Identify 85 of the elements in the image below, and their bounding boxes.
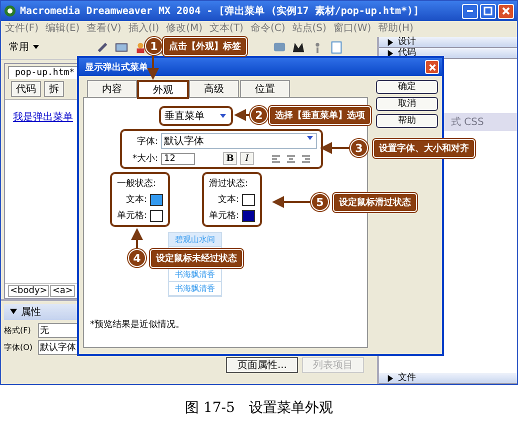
expand-triangle-icon [387,374,394,382]
toolbar-icon[interactable] [292,40,305,54]
callout-arrow [272,196,310,208]
view-button[interactable]: 代码 [11,81,41,97]
maximize-icon [483,6,493,16]
callout-label: 选择【垂直菜单】选项 [269,106,371,125]
color-swatch[interactable] [242,210,256,222]
group-title: 滑过状态: [209,178,248,190]
caret-icon [306,134,314,142]
group-title: 一般状态: [117,178,156,190]
callout-label: 设定鼠标滑过状态 [333,193,417,212]
panel-group-header[interactable]: 设计 [379,37,517,48]
step-number: 4 [128,249,146,267]
category-dropdown[interactable]: 常用 [9,40,40,54]
field-label: 格式(F) [4,325,32,336]
bold-button[interactable]: B [223,152,237,165]
tab[interactable]: 外观 [138,81,188,98]
tag-selector[interactable]: <body> [8,285,50,297]
menu-type-dropdown[interactable]: 垂直菜单 [158,106,232,126]
callout-label: 设置字体、大小和对齐 [373,139,475,158]
tab[interactable]: 高级 [189,80,239,97]
field-label: 单元格: [209,210,240,222]
callout-label: 设定鼠标未经过状态 [150,249,243,268]
color-swatch[interactable] [150,194,164,206]
color-swatch[interactable] [150,210,164,222]
dialog-title: 显示弹出式菜单 [85,61,148,74]
step-number: 1 [145,37,163,55]
callout-arrow [147,54,159,80]
dialog-button[interactable]: 取消 [376,97,438,111]
menu-item[interactable]: 文本(T) [210,21,244,35]
minimize-icon [467,10,473,12]
menu-item[interactable]: 命令(C) [250,21,286,35]
dialog-button[interactable]: 帮助 [376,114,438,128]
callout-label: 点击【外观】标签 [163,37,247,56]
page-link[interactable]: 我是弹出菜单 [13,112,73,123]
close-button[interactable] [498,4,514,18]
toolbar-icon[interactable] [96,40,109,54]
menu-item[interactable]: 站点(S) [292,21,326,35]
window-title: Macromedia Dreamweaver MX 2004 - [弹出菜单 (实例17 素材/pop-up.htm*)] [20,4,420,18]
view-button[interactable]: 拆 [44,81,64,97]
step-number: 5 [311,193,329,211]
field-label: *大小: [131,152,158,165]
maximize-button[interactable] [480,4,496,18]
menu-item[interactable]: 修改(M) [166,21,203,35]
align-right-icon[interactable] [300,152,312,164]
menu-item[interactable]: 文件(F) [5,21,39,35]
menu-item[interactable]: 查看(V) [86,21,122,35]
tab[interactable]: 位置 [240,80,290,97]
toolbar-icon[interactable] [115,40,128,54]
italic-button[interactable]: I [240,152,254,165]
field-label: 单元格: [117,210,148,222]
close-icon [428,62,436,72]
field-label: 文本: [126,194,148,206]
caret-icon [218,112,226,120]
toolbar-icon[interactable] [134,40,147,54]
color-swatch[interactable] [242,194,256,206]
callout-arrow [234,109,249,121]
collapse-triangle-icon [10,308,17,315]
align-left-icon[interactable] [270,152,282,164]
close-icon [501,6,511,16]
close-button[interactable] [425,60,439,74]
field-label: 字体: [136,136,158,148]
tag-selector[interactable]: <a> [50,285,75,297]
caret-icon [32,43,40,51]
step-number: 3 [350,139,368,157]
menu-item[interactable]: 编辑(E) [46,21,80,35]
step-number: 2 [250,106,268,124]
field-label: 字体(O) [4,342,34,353]
tab[interactable]: 内容 [87,80,137,97]
app-logo-icon [4,5,16,17]
minimize-button[interactable] [462,4,478,18]
menu-item[interactable]: 窗口(W) [333,21,372,35]
menu-item[interactable]: 帮助(H) [378,21,414,35]
panel-group-header[interactable]: 文件 [379,373,517,384]
font-dropdown[interactable]: 默认字体 [161,133,317,149]
select-field[interactable]: 默认字体 [38,340,78,355]
field-label: 文本: [218,194,240,206]
figure-caption: 图 17-5 设置菜单外观 [184,399,334,418]
note-text: *预览结果是近似情况。 [90,318,184,331]
panel-button[interactable]: 页面属性... [226,357,298,373]
align-center-icon[interactable] [285,152,297,164]
dialog-button[interactable]: 确定 [376,80,438,94]
size-field[interactable]: 12 [161,152,195,164]
menu-item[interactable]: 插入(I) [128,21,160,35]
select-field[interactable]: 无 [38,323,78,338]
